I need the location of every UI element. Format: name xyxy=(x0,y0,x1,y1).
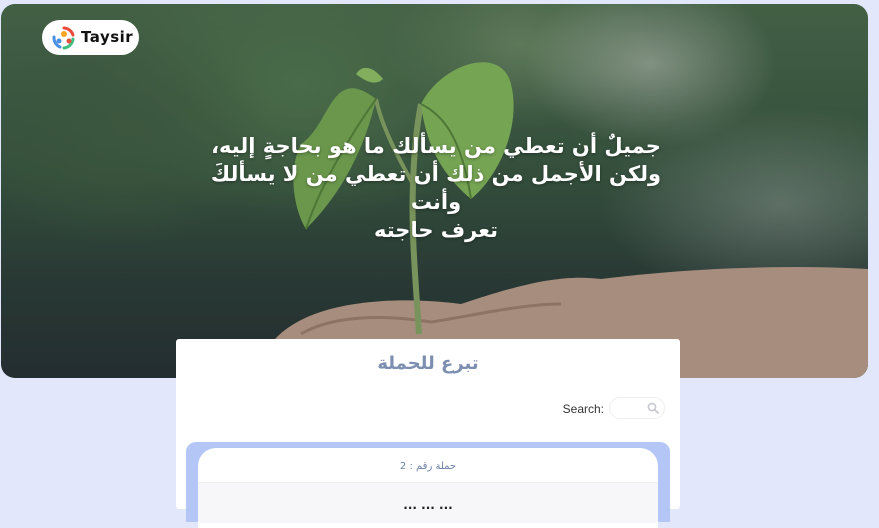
donate-card-title: تبرع للحملة xyxy=(377,353,479,374)
campaign-list: حملة رقم : 2 ... ... ... xyxy=(186,442,670,528)
search-box[interactable] xyxy=(609,397,665,419)
hero-quote-line: تعرف حاجته xyxy=(374,218,498,242)
brand-name: Taysir xyxy=(81,28,134,46)
search-label: Search: xyxy=(562,402,604,416)
hero-quote-line: جميلٌ أن تعطي من يسألك ما هو بحاجةٍ إليه… xyxy=(211,134,661,158)
people-circle-logo-icon xyxy=(52,26,75,50)
hero-banner: Taysir جميلٌ أن تعطي من يسألك ما هو بحاج… xyxy=(1,4,868,378)
hero-quote-line: ولكن الأجمل من ذلك أن تعطي من لا يسألكَ … xyxy=(210,162,662,214)
donate-card: تبرع للحملة Search: حملة رقم : 2 ... ...… xyxy=(176,339,680,528)
campaign-title: ... ... ... xyxy=(403,498,453,512)
campaign-item[interactable]: حملة رقم : 2 ... ... ... xyxy=(198,448,658,528)
logo-badge[interactable]: Taysir xyxy=(42,20,139,55)
campaign-number: حملة رقم : 2 xyxy=(399,461,457,472)
hero-quote: جميلٌ أن تعطي من يسألك ما هو بحاجةٍ إليه… xyxy=(191,132,681,244)
search-input[interactable] xyxy=(616,401,646,415)
search-icon xyxy=(647,402,659,414)
